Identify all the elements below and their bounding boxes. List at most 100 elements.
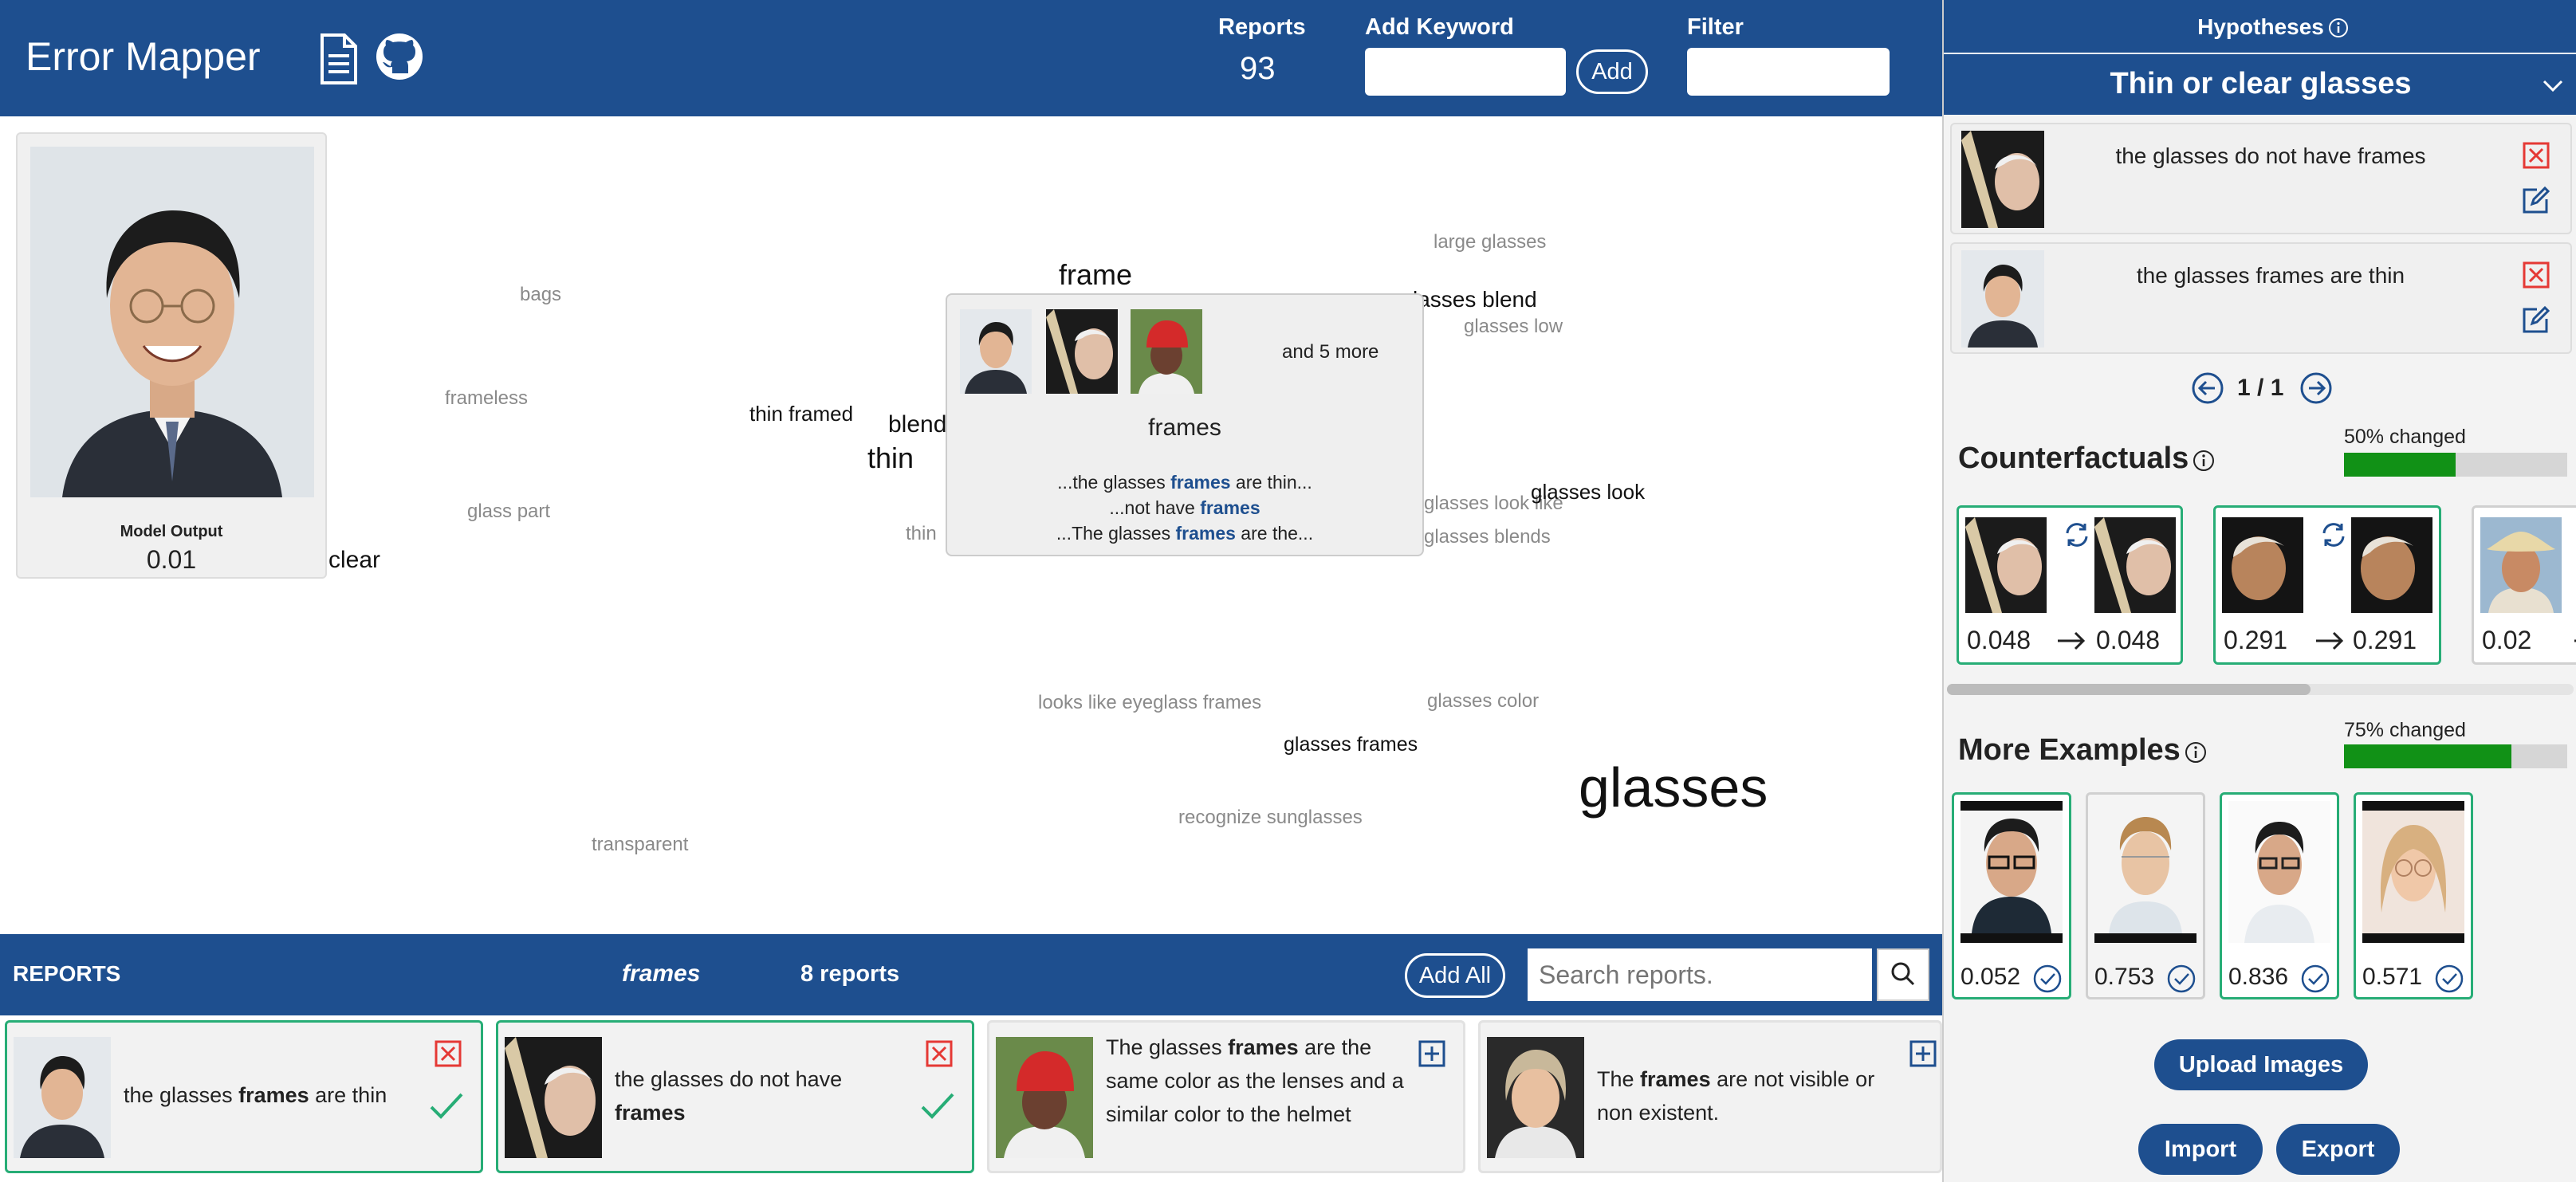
counterfactual-pair[interactable]: 0.02 <box>2472 505 2576 665</box>
add-report-icon[interactable] <box>1909 1040 1937 1067</box>
popup-keyword: frames <box>1148 414 1221 441</box>
counterfactuals-scrollbar[interactable] <box>1947 684 2574 695</box>
popup-thumbnail <box>1131 309 1202 394</box>
delete-icon[interactable] <box>2523 142 2550 169</box>
cloud-word[interactable]: glasses look <box>1531 480 1645 505</box>
counterfactual-after-image <box>2094 517 2176 613</box>
delete-icon[interactable] <box>2523 261 2550 289</box>
counterfactual-pair[interactable]: 0.291 0.291 <box>2213 505 2441 665</box>
check-circle-icon[interactable] <box>2032 964 2063 994</box>
reports-count: 93 <box>1240 51 1276 86</box>
check-circle-icon[interactable] <box>2300 964 2330 994</box>
hypothesis-card[interactable]: the glasses do not have frames <box>1950 123 2572 234</box>
report-card[interactable]: the glasses do not have frames <box>496 1020 974 1173</box>
report-card[interactable]: The frames are not visible or non existe… <box>1478 1020 1942 1173</box>
cloud-word[interactable]: lasses blend <box>1413 287 1537 312</box>
github-icon[interactable] <box>375 32 423 86</box>
cloud-word[interactable]: frame <box>1059 258 1132 292</box>
example-image <box>2362 801 2464 943</box>
cloud-word[interactable]: frameless <box>445 387 528 410</box>
report-card[interactable]: the glasses frames are thin <box>5 1020 483 1173</box>
popup-thumbnail <box>1046 309 1118 394</box>
info-icon[interactable] <box>2328 18 2349 38</box>
example-card[interactable]: 0.836 <box>2220 792 2339 999</box>
cloud-word[interactable]: bags <box>520 284 561 306</box>
export-button[interactable]: Export <box>2276 1124 2400 1175</box>
hypothesis-thumbnail <box>1961 250 2044 348</box>
document-icon[interactable] <box>314 32 362 86</box>
cloud-word[interactable]: large glasses <box>1434 231 1546 253</box>
example-value: 0.753 <box>2094 964 2155 990</box>
pager-text: 1 / 1 <box>2237 375 2284 401</box>
cloud-word[interactable]: glasses <box>1579 756 1768 819</box>
cloud-word[interactable]: clear <box>328 547 380 574</box>
info-icon[interactable] <box>2185 741 2207 764</box>
edit-icon[interactable] <box>2521 304 2551 335</box>
cloud-word[interactable]: glass part <box>467 501 550 523</box>
arrow-left-circle-icon[interactable] <box>2191 371 2224 405</box>
hypotheses-panel: Hypotheses Thin or clear glasses the gla… <box>1942 0 2576 1182</box>
swap-icon[interactable] <box>2061 519 2093 551</box>
scrollbar-thumb[interactable] <box>1947 684 2311 695</box>
counterfactuals-changed-label: 50% changed <box>2344 426 2466 448</box>
hypothesis-select[interactable]: Thin or clear glasses <box>1944 54 2576 115</box>
check-circle-icon[interactable] <box>2434 964 2464 994</box>
hypothesis-text: the glasses frames are thin <box>2136 263 2405 288</box>
check-circle-icon[interactable] <box>2166 964 2196 994</box>
counterfactual-after-image <box>2351 517 2432 613</box>
hypotheses-header: Hypotheses <box>1944 0 2576 53</box>
example-card[interactable]: 0.052 <box>1952 792 2071 999</box>
swap-icon[interactable] <box>2318 519 2350 551</box>
report-text: the glasses do not have frames <box>615 1067 843 1125</box>
add-all-button[interactable]: Add All <box>1405 953 1505 998</box>
cloud-word[interactable]: glasses frames <box>1284 733 1418 756</box>
cloud-word[interactable]: thin <box>906 523 937 545</box>
cloud-word[interactable]: recognize sunglasses <box>1178 807 1363 829</box>
cloud-word[interactable]: thin <box>867 442 914 475</box>
report-card[interactable]: The glasses frames are the same color as… <box>987 1020 1465 1173</box>
add-keyword-input[interactable] <box>1365 48 1566 96</box>
add-keyword-button[interactable]: Add <box>1576 49 1648 94</box>
counterfactuals-progress-fill <box>2344 453 2456 477</box>
cloud-word[interactable]: glasses blends <box>1424 526 1551 548</box>
reject-icon[interactable] <box>435 1040 462 1067</box>
counterfactual-pair[interactable]: 0.048 0.048 <box>1957 505 2183 665</box>
info-icon[interactable] <box>2193 450 2215 472</box>
cloud-word[interactable]: thin framed <box>749 402 853 426</box>
cloud-word[interactable]: glasses low <box>1464 316 1563 338</box>
search-button[interactable] <box>1877 948 1929 1001</box>
upload-images-button[interactable]: Upload Images <box>2154 1039 2368 1090</box>
cloud-word[interactable]: glasses color <box>1427 690 1539 713</box>
hypothesis-card[interactable]: the glasses frames are thin <box>1950 242 2572 354</box>
model-output-label: Model Output <box>120 523 223 540</box>
cloud-word[interactable]: blend <box>888 411 946 438</box>
arrow-right-circle-icon[interactable] <box>2299 371 2333 405</box>
popup-more-count[interactable]: and 5 more <box>1282 341 1378 363</box>
report-text: The frames are not visible or non existe… <box>1597 1067 1875 1125</box>
app-header: Error Mapper Reports 93 Add Keyword Add … <box>0 0 1942 116</box>
example-card[interactable]: 0.571 <box>2354 792 2473 999</box>
cloud-word[interactable]: looks like eyeglass frames <box>1038 692 1261 714</box>
hypothesis-pager: 1 / 1 <box>1944 368 2576 408</box>
cloud-word[interactable]: transparent <box>592 834 688 856</box>
add-report-icon[interactable] <box>1418 1040 1445 1067</box>
model-output-value: 0.01 <box>146 545 197 574</box>
filter-input[interactable] <box>1687 48 1890 96</box>
search-reports-input[interactable] <box>1528 948 1872 1001</box>
import-button[interactable]: Import <box>2138 1124 2263 1175</box>
portrait-image <box>30 147 314 497</box>
report-text: The glasses frames are the same color as… <box>1106 1035 1404 1126</box>
filter-label: Filter <box>1687 14 1744 40</box>
reject-icon[interactable] <box>926 1040 953 1067</box>
example-image <box>1961 801 2063 943</box>
accepted-check-icon[interactable] <box>427 1090 466 1123</box>
example-card[interactable]: 0.753 <box>2086 792 2205 999</box>
accepted-check-icon[interactable] <box>918 1090 958 1123</box>
edit-icon[interactable] <box>2521 185 2551 215</box>
counterfactual-before-value: 0.02 <box>2482 626 2532 654</box>
chevron-down-icon[interactable] <box>2539 72 2566 99</box>
popup-snippet: ...the glasses frames are thin... <box>1057 472 1312 493</box>
swap-icon[interactable] <box>2571 519 2576 551</box>
more-examples-changed-label: 75% changed <box>2344 719 2466 741</box>
report-thumbnail <box>1487 1037 1584 1158</box>
